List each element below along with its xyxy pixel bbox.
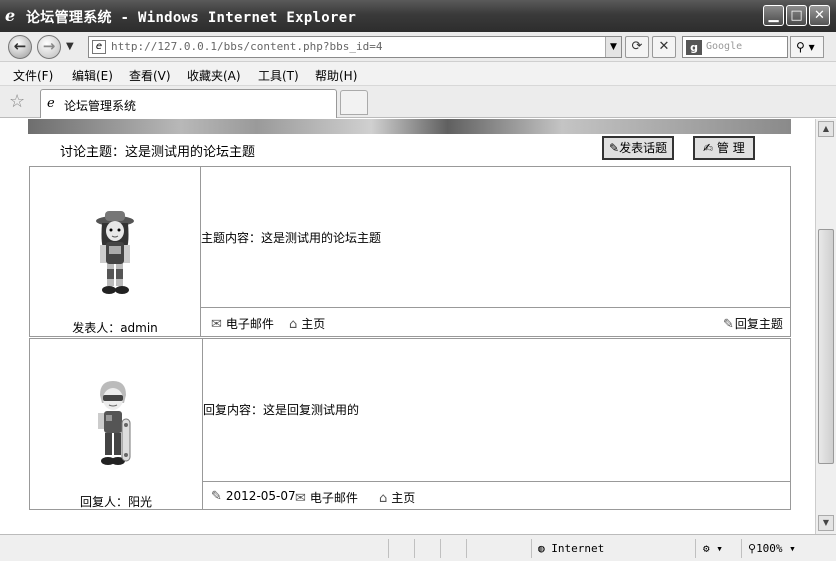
email-icon: ✉ (295, 491, 306, 506)
reply-date: ✎ 2012-05-07 (211, 489, 296, 504)
status-divider (695, 539, 696, 558)
email-link[interactable]: ✉ 电子邮件 (211, 315, 274, 332)
scroll-up-arrow-icon[interactable]: ▲ (818, 121, 834, 137)
homepage-link[interactable]: ⌂ 主页 (379, 489, 415, 506)
address-url[interactable]: http://127.0.0.1/bbs/content.php?bbs_id=… (111, 40, 383, 53)
search-box[interactable]: g Google (682, 36, 788, 58)
menu-file[interactable]: 文件(F) (13, 67, 53, 84)
avatar-boy-icon (98, 381, 131, 465)
reply-content: 回复内容：这是回复测试用的 (203, 403, 360, 417)
address-dropdown-icon[interactable]: ▼ (605, 37, 621, 57)
email-icon: ✉ (211, 317, 222, 332)
date-icon: ✎ (211, 489, 222, 504)
homepage-link[interactable]: ⌂ 主页 (289, 315, 325, 332)
star-icon[interactable]: ☆ (9, 91, 25, 112)
search-icon: ⚲ (796, 40, 805, 54)
status-bar: ◍ Internet ⚙ ▾ ⚲100% ▾ (0, 534, 836, 561)
close-button[interactable]: ✕ (809, 5, 830, 26)
vertical-scrollbar[interactable]: ▲ ▼ (815, 119, 836, 534)
refresh-button[interactable]: ⟳ (625, 36, 649, 58)
home-icon: ⌂ (289, 317, 298, 332)
menu-bar: 文件(F) 编辑(E) 查看(V) 收藏夹(A) 工具(T) 帮助(H) (0, 62, 836, 86)
reply-link[interactable]: ✎回复主题 (723, 315, 783, 332)
post-reply: 回复人：阳光 回复内容：这是回复测试用的 ✎ 2012-05-07 ✉ 电子邮件 ⌂… (29, 338, 791, 510)
forward-button[interactable]: → (37, 35, 61, 59)
post-topic-button[interactable]: ✎发表话题 (602, 136, 675, 160)
status-divider (466, 539, 467, 558)
author-cell: 回复人：阳光 (30, 339, 203, 509)
minimize-button[interactable]: ▁ (763, 5, 784, 26)
status-divider (440, 539, 441, 558)
author-cell: 发表人：admin (30, 167, 201, 336)
zoom-control[interactable]: ⚲100% ▾ (748, 542, 796, 555)
window-title: 论坛管理系统 - Windows Internet Explorer (26, 10, 357, 26)
address-bar[interactable]: e http://127.0.0.1/bbs/content.php?bbs_i… (88, 36, 622, 58)
search-button[interactable]: ⚲ ▾ (790, 36, 824, 58)
manage-button[interactable]: ✍ 管 理 (693, 136, 755, 160)
stop-button[interactable]: ✕ (652, 36, 676, 58)
tab-label: 论坛管理系统 (64, 99, 137, 113)
topic-title: 讨论主题：这是测试用的论坛主题 (60, 145, 256, 160)
status-divider (741, 539, 742, 558)
protected-mode-icon[interactable]: ⚙ ▾ (703, 542, 723, 555)
address-toolbar: ← → ▼ e http://127.0.0.1/bbs/content.php… (0, 32, 836, 62)
menu-favorites[interactable]: 收藏夹(A) (187, 67, 241, 84)
email-link[interactable]: ✉ 电子邮件 (295, 489, 358, 506)
back-button[interactable]: ← (8, 35, 32, 59)
menu-help[interactable]: 帮助(H) (315, 67, 357, 84)
maximize-button[interactable]: □ (786, 5, 807, 26)
banner-image (28, 119, 791, 134)
pencil-icon: ✎ (609, 141, 620, 155)
avatar-girl-icon (96, 211, 134, 294)
history-dropdown-icon[interactable]: ▼ (66, 41, 74, 52)
page-viewport: 讨论主题：这是测试用的论坛主题 ✎发表话题 ✍ 管 理 发表人：admin 主题… (0, 119, 815, 534)
status-divider (531, 539, 532, 558)
author-name: 回复人：阳光 (79, 495, 152, 509)
new-tab-button[interactable] (340, 90, 368, 115)
menu-edit[interactable]: 编辑(E) (72, 67, 113, 84)
ie-tab-icon: e (47, 96, 55, 111)
search-placeholder[interactable]: Google (706, 41, 742, 52)
scroll-down-arrow-icon[interactable]: ▼ (818, 515, 834, 531)
magnifier-icon: ⚲ (748, 542, 757, 555)
globe-icon: ◍ (538, 542, 545, 555)
page-icon: e (92, 40, 106, 54)
notepad-icon: ✍ (703, 141, 714, 155)
security-zone: ◍ Internet (538, 542, 605, 555)
reply-icon: ✎ (723, 317, 734, 332)
author-name: 发表人：admin (72, 321, 158, 335)
ie-logo-icon: e (5, 6, 16, 25)
tab-forum[interactable]: e 论坛管理系统 (40, 89, 337, 118)
post-main: 发表人：admin 主题内容：这是测试用的论坛主题 ✉ 电子邮件 ⌂ 主页 ✎回复主… (29, 166, 791, 337)
tab-bar: ☆ e 论坛管理系统 (0, 86, 836, 118)
post-footer: ✉ 电子邮件 ⌂ 主页 ✎回复主题 (201, 307, 790, 336)
scrollbar-thumb[interactable] (818, 229, 834, 464)
menu-view[interactable]: 查看(V) (129, 67, 171, 84)
window-titlebar: e 论坛管理系统 - Windows Internet Explorer ▁ □… (0, 0, 836, 32)
home-icon: ⌂ (379, 491, 388, 506)
menu-tools[interactable]: 工具(T) (258, 67, 299, 84)
reply-footer: ✎ 2012-05-07 ✉ 电子邮件 ⌂ 主页 (203, 481, 790, 509)
status-divider (388, 539, 389, 558)
google-logo-icon: g (686, 40, 702, 55)
status-divider (414, 539, 415, 558)
post-content: 主题内容：这是测试用的论坛主题 (201, 231, 382, 245)
